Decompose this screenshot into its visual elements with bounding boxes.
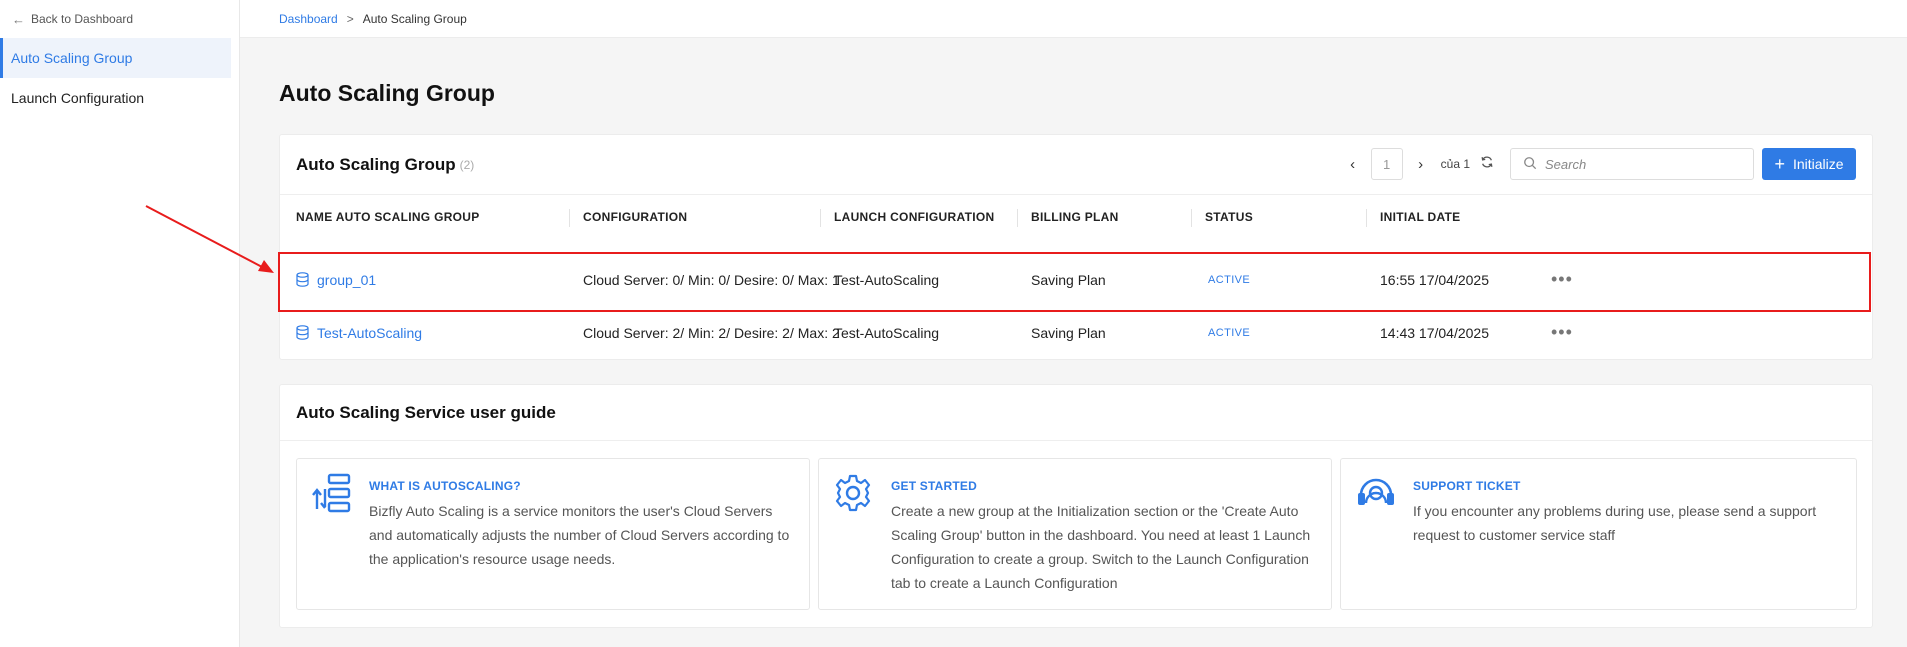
card-title: Auto Scaling Group: [296, 154, 456, 174]
billing-plan-cell: Saving Plan: [1031, 271, 1106, 288]
guide-item-description: Bizfly Auto Scaling is a service monitor…: [369, 503, 790, 567]
search-input[interactable]: [1545, 156, 1735, 172]
guide-item-get-started: GET STARTED Create a new group at the In…: [818, 458, 1332, 610]
configuration-cell: Cloud Server: 0/ Min: 0/ Desire: 0/ Max:…: [583, 271, 840, 288]
sidebar: ← Back to Dashboard Auto Scaling Group L…: [0, 0, 240, 647]
back-to-dashboard-link[interactable]: ← Back to Dashboard: [0, 0, 239, 38]
sidebar-item-label: Launch Configuration: [11, 90, 145, 106]
group-count: (2): [459, 157, 475, 172]
refresh-icon[interactable]: [1480, 155, 1494, 173]
guide-item-title[interactable]: WHAT IS AUTOSCALING?: [369, 479, 797, 493]
table-row: Test-AutoScaling Cloud Server: 2/ Min: 2…: [280, 306, 1872, 359]
headset-icon: [1355, 473, 1397, 516]
launch-configuration-cell: Test-AutoScaling: [834, 324, 940, 341]
annotation-arrow-icon: [145, 205, 274, 273]
sidebar-item-launch-configuration[interactable]: Launch Configuration: [0, 78, 231, 118]
breadcrumb: Dashboard > Auto Scaling Group: [240, 0, 1907, 38]
table-header: NAME AUTO SCALING GROUP CONFIGURATION LA…: [280, 195, 1872, 239]
column-header-configuration: CONFIGURATION: [569, 195, 687, 239]
search-field[interactable]: [1510, 148, 1754, 180]
column-header-launch-configuration: LAUNCH CONFIGURATION: [820, 195, 994, 239]
column-header-billing-plan: BILLING PLAN: [1017, 195, 1119, 239]
table-toolbar: ‹ 1 › của 1 + Initialize: [1341, 148, 1856, 180]
group-name-link[interactable]: Test-AutoScaling: [317, 325, 422, 341]
status-badge: ACTIVE: [1208, 326, 1251, 339]
database-icon: [296, 325, 309, 340]
guide-item-what-is-autoscaling: WHAT IS AUTOSCALING? Bizfly Auto Scaling…: [296, 458, 810, 610]
breadcrumb-dashboard-link[interactable]: Dashboard: [279, 12, 338, 26]
guide-item-title[interactable]: GET STARTED: [891, 479, 1319, 493]
gear-icon: [833, 473, 873, 516]
page-number-input[interactable]: 1: [1370, 148, 1403, 180]
plus-icon: +: [1774, 154, 1785, 174]
status-badge: ACTIVE: [1208, 273, 1251, 286]
auto-scaling-group-card: Auto Scaling Group (2) ‹ 1 › của 1 + Ini…: [279, 134, 1873, 360]
configuration-cell: Cloud Server: 2/ Min: 2/ Desire: 2/ Max:…: [583, 324, 840, 341]
card-header: Auto Scaling Group (2) ‹ 1 › của 1 + Ini…: [280, 135, 1872, 195]
initialize-button[interactable]: + Initialize: [1762, 148, 1856, 180]
chevron-right-icon[interactable]: ›: [1409, 156, 1433, 173]
initial-date-cell: 14:43 17/04/2025: [1380, 324, 1489, 341]
search-icon: [1523, 156, 1537, 173]
breadcrumb-separator: >: [346, 11, 354, 26]
column-header-status: STATUS: [1191, 195, 1253, 239]
group-name-cell[interactable]: Test-AutoScaling: [296, 306, 422, 359]
database-icon: [296, 272, 309, 287]
chevron-left-icon[interactable]: ‹: [1341, 156, 1365, 173]
page-title: Auto Scaling Group: [279, 80, 495, 106]
sidebar-item-auto-scaling-group[interactable]: Auto Scaling Group: [0, 38, 231, 78]
breadcrumb-current: Auto Scaling Group: [362, 11, 467, 26]
page-total-label: của 1: [1440, 157, 1470, 171]
more-actions-icon[interactable]: •••: [1551, 306, 1573, 359]
guide-item-description: If you encounter any problems during use…: [1413, 503, 1817, 543]
initialize-label: Initialize: [1792, 156, 1844, 172]
sidebar-item-label: Auto Scaling Group: [11, 50, 133, 66]
user-guide-card: Auto Scaling Service user guide WHAT IS …: [279, 384, 1873, 628]
group-name-cell[interactable]: group_01: [296, 253, 376, 306]
autoscaling-icon: [311, 473, 353, 518]
column-header-name: NAME AUTO SCALING GROUP: [296, 210, 480, 224]
billing-plan-cell: Saving Plan: [1031, 324, 1106, 341]
launch-configuration-cell: Test-AutoScaling: [834, 271, 940, 288]
initial-date-cell: 16:55 17/04/2025: [1380, 271, 1489, 288]
guide-title: Auto Scaling Service user guide: [280, 385, 1872, 441]
guide-item-description: Create a new group at the Initialization…: [891, 503, 1311, 591]
back-label: Back to Dashboard: [31, 12, 134, 26]
column-header-initial-date: INITIAL DATE: [1366, 195, 1461, 239]
guide-item-support-ticket: SUPPORT TICKET If you encounter any prob…: [1340, 458, 1857, 610]
table-row: group_01 Cloud Server: 0/ Min: 0/ Desire…: [280, 253, 1872, 306]
more-actions-icon[interactable]: •••: [1551, 253, 1573, 306]
guide-item-title[interactable]: SUPPORT TICKET: [1413, 479, 1844, 493]
arrow-left-icon: ←: [12, 11, 25, 27]
group-name-link[interactable]: group_01: [317, 272, 376, 288]
